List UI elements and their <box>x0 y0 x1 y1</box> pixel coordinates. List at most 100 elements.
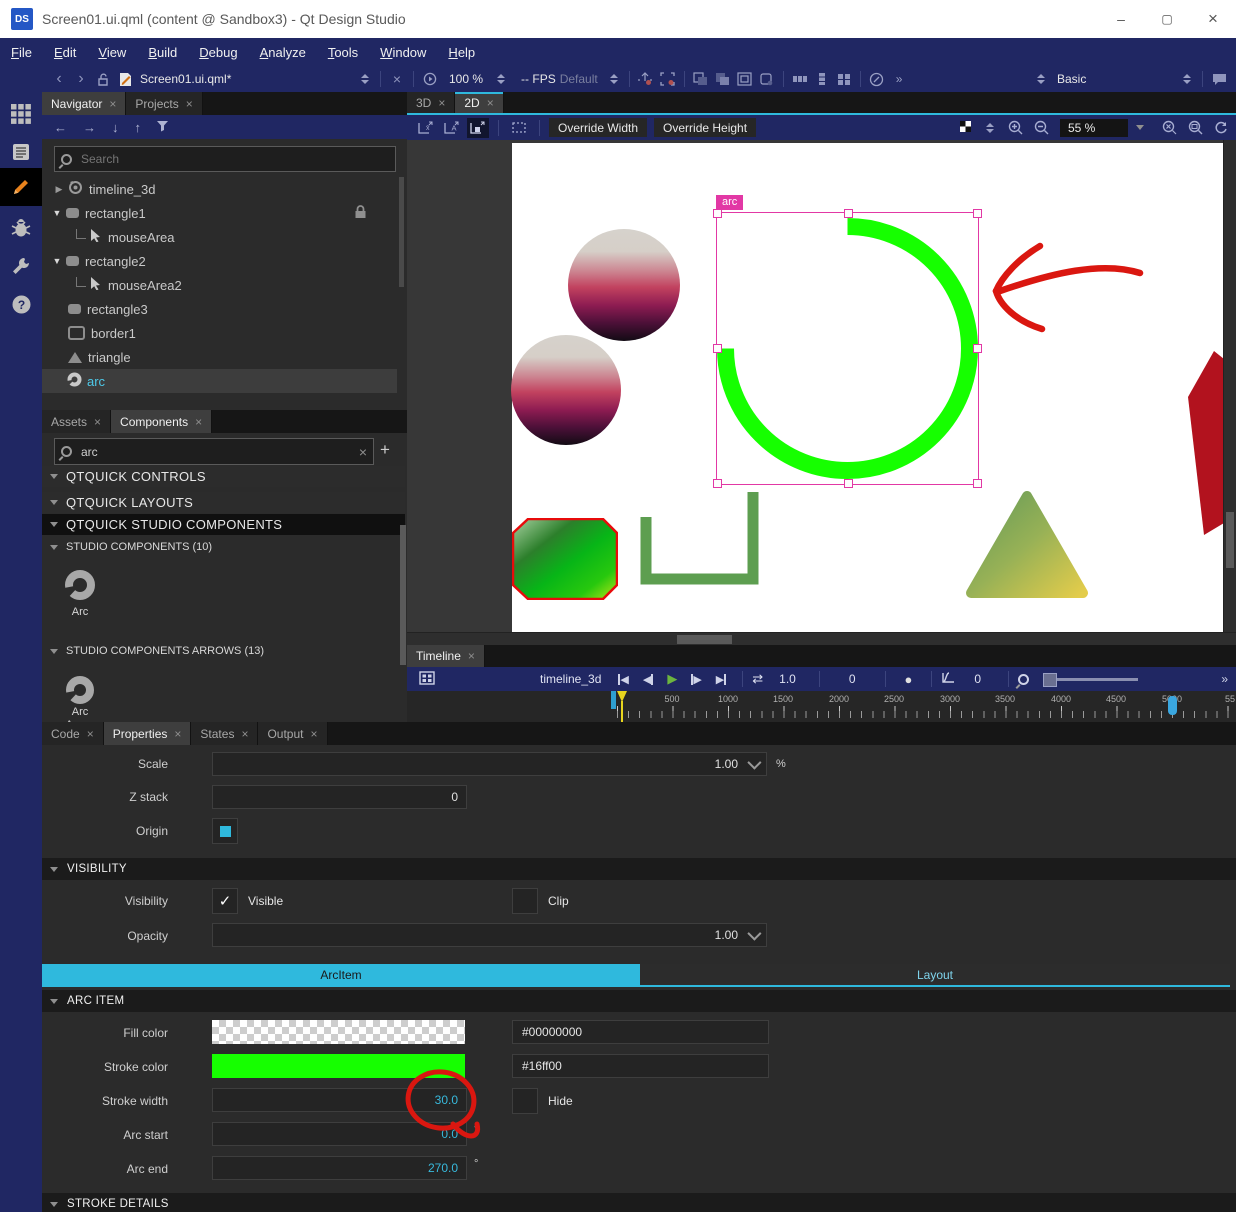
section-qtquick-studio-components[interactable]: QTQUICK STUDIO COMPONENTS <box>42 514 405 535</box>
tree-item-timeline3d[interactable]: ▶ timeline_3d <box>42 177 397 201</box>
menu-file[interactable]: File <box>0 45 43 60</box>
scale-field[interactable]: 1.00 <box>212 752 767 776</box>
tab-3d[interactable]: 3D <box>407 92 455 113</box>
design-mode-icon[interactable] <box>0 168 42 206</box>
timeline-name[interactable]: timeline_3d <box>540 672 601 686</box>
stroke-color-swatch[interactable] <box>212 1054 465 1078</box>
section-qtquick-controls[interactable]: QTQUICK CONTROLS <box>42 466 405 487</box>
zoom-out-icon[interactable] <box>1030 118 1052 138</box>
arc-end-field[interactable]: 270.0 <box>212 1156 467 1180</box>
snap-anchor-icon[interactable]: A <box>441 118 463 138</box>
tab-projects[interactable]: Projects <box>126 92 202 115</box>
record-icon[interactable]: ● <box>905 672 913 687</box>
stroke-details-section-header[interactable]: STROKE DETAILS <box>42 1193 1236 1212</box>
show-bounds-icon[interactable] <box>508 118 530 138</box>
collapse-icon[interactable]: ▼ <box>50 208 64 218</box>
menu-view[interactable]: View <box>87 45 137 60</box>
tree-item-arc[interactable]: arc <box>42 369 397 393</box>
override-height-button[interactable]: Override Height <box>654 118 756 137</box>
close-icon[interactable] <box>241 728 248 740</box>
filter-icon[interactable] <box>157 120 170 135</box>
canvas-area[interactable]: arc <box>407 140 1236 632</box>
stroke-color-hex-field[interactable]: #16ff00 <box>512 1054 769 1078</box>
forward-icon[interactable]: › <box>70 69 92 89</box>
reset-view-icon[interactable] <box>756 69 778 89</box>
maximize-button[interactable]: ▢ <box>1144 0 1190 38</box>
close-button[interactable]: × <box>1190 0 1236 38</box>
tab-arcitem[interactable]: ArcItem <box>42 964 640 985</box>
origin-button[interactable] <box>212 818 238 844</box>
debug-mode-icon[interactable] <box>0 210 42 246</box>
fill-color-hex-field[interactable]: #00000000 <box>512 1020 769 1044</box>
curve-editor-icon[interactable] <box>941 671 956 687</box>
close-icon[interactable] <box>87 728 94 740</box>
search-input[interactable] <box>79 151 389 167</box>
background-color-icon[interactable] <box>959 120 972 136</box>
play-icon[interactable]: ▶ <box>667 671 677 687</box>
close-document-icon[interactable]: × <box>386 69 408 89</box>
next-frame-icon[interactable]: ▶ <box>691 673 701 686</box>
resize-handle-se[interactable] <box>973 479 982 488</box>
zoom-spinner-icon[interactable] <box>497 74 505 84</box>
menu-window[interactable]: Window <box>369 45 437 60</box>
zoom-dropdown-icon[interactable] <box>1136 125 1144 130</box>
fps-spinner-icon[interactable] <box>610 74 618 84</box>
resize-handle-e[interactable] <box>973 344 982 353</box>
resize-handle-ne[interactable] <box>973 209 982 218</box>
layout-column-icon[interactable] <box>811 69 833 89</box>
canvas-vscrollbar[interactable] <box>1223 140 1236 632</box>
sphere-shape-2[interactable] <box>511 335 621 445</box>
fps-value[interactable]: Default <box>560 72 598 86</box>
opacity-field[interactable]: 1.00 <box>212 923 767 947</box>
tab-navigator[interactable]: Navigator <box>42 92 126 115</box>
to-start-icon[interactable]: ◀ <box>618 673 628 686</box>
layout-row-icon[interactable] <box>789 69 811 89</box>
current-keyframe[interactable]: 0 <box>849 672 856 686</box>
tree-item-rectangle3[interactable]: rectangle3 <box>42 297 397 321</box>
add-component-button[interactable]: + <box>380 440 390 460</box>
resize-handle-s[interactable] <box>844 479 853 488</box>
edit-mode-icon[interactable] <box>0 134 42 170</box>
resize-handle-n[interactable] <box>844 209 853 218</box>
zoom-fit-icon[interactable] <box>1184 118 1206 138</box>
hscroll-thumb[interactable] <box>677 635 732 644</box>
style-spinner-icon[interactable] <box>1037 74 1045 84</box>
annotation-icon[interactable] <box>866 69 888 89</box>
close-icon[interactable] <box>94 416 101 428</box>
tree-item-triangle[interactable]: triangle <box>42 345 397 369</box>
close-icon[interactable] <box>174 728 181 740</box>
move-up-icon[interactable]: ↑ <box>135 120 142 135</box>
arc-selection-box[interactable] <box>716 212 979 485</box>
group-studio-components[interactable]: STUDIO COMPONENTS (10) <box>42 541 405 553</box>
timeline-end-marker[interactable] <box>1168 696 1177 715</box>
tab-components[interactable]: Components <box>111 410 212 433</box>
reset-zoom-icon[interactable] <box>1210 118 1232 138</box>
export-asset-icon[interactable] <box>635 69 657 89</box>
stroke-width-field[interactable]: 30.0 <box>212 1088 467 1112</box>
collapse-icon[interactable]: ▼ <box>50 256 64 266</box>
menu-edit[interactable]: Edit <box>43 45 87 60</box>
lock-icon[interactable] <box>354 205 367 222</box>
style-spinner-icon-2[interactable] <box>1183 74 1191 84</box>
canvas-hscrollbar[interactable] <box>407 632 1236 646</box>
resize-handle-w[interactable] <box>713 344 722 353</box>
move-left-icon[interactable]: ← <box>54 120 67 135</box>
zoom-in-icon[interactable] <box>1004 118 1026 138</box>
tab-2d[interactable]: 2D <box>455 92 503 113</box>
tab-states[interactable]: States <box>191 722 258 745</box>
arc-component-icon[interactable] <box>62 568 98 607</box>
help-icon[interactable]: ? <box>0 286 42 322</box>
menu-tools[interactable]: Tools <box>317 45 369 60</box>
file-spinner-icon[interactable] <box>361 74 369 84</box>
current-file-name[interactable]: Screen01.ui.qml* <box>140 72 355 86</box>
timeline-overflow-icon[interactable]: » <box>1221 672 1228 686</box>
minimize-button[interactable]: – <box>1098 0 1144 38</box>
chevron-down-icon[interactable] <box>747 927 761 941</box>
bounding-rect-icon[interactable] <box>734 69 756 89</box>
close-icon[interactable] <box>487 97 494 109</box>
zoom-level[interactable]: 100 % <box>449 72 483 86</box>
tab-code[interactable]: Code <box>42 722 104 745</box>
override-width-button[interactable]: Override Width <box>549 118 647 137</box>
menu-debug[interactable]: Debug <box>188 45 248 60</box>
back-icon[interactable]: ‹ <box>48 69 70 89</box>
